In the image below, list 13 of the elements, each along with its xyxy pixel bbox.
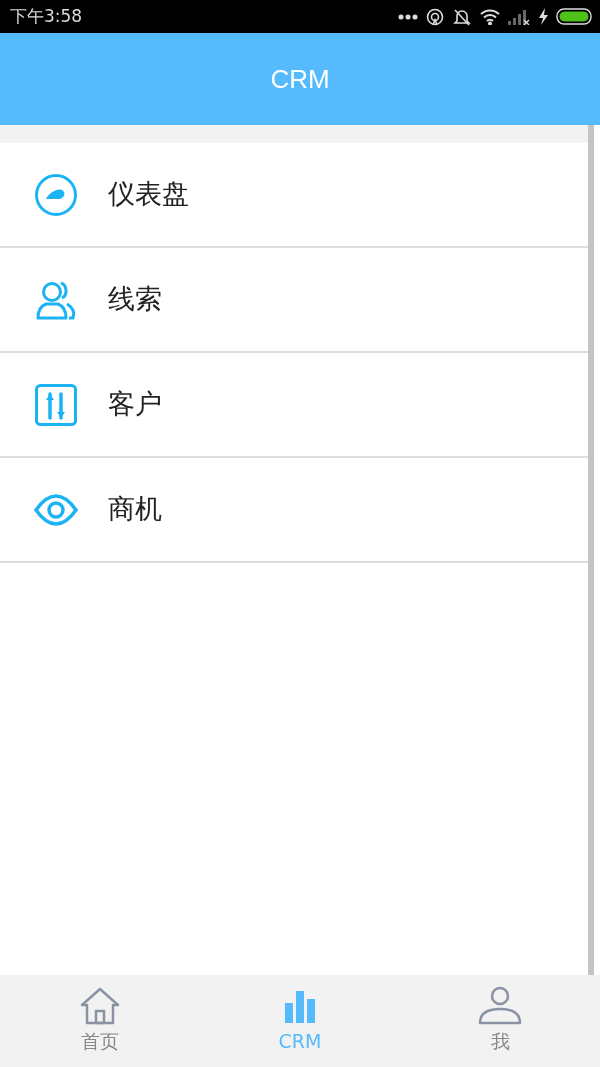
mute-bell-icon <box>452 7 472 26</box>
wifi-icon <box>480 8 500 25</box>
hotspot-icon <box>426 7 444 26</box>
header-title: CRM <box>270 62 330 96</box>
signal-icon <box>508 8 530 25</box>
status-time: 下午3:58 <box>10 4 83 28</box>
more-icon <box>398 13 418 20</box>
sliders-icon <box>32 382 80 427</box>
person-icon <box>478 985 522 1025</box>
battery-icon <box>556 8 592 25</box>
gauge-icon <box>32 172 80 217</box>
home-icon <box>78 985 122 1025</box>
charging-icon <box>538 8 548 25</box>
